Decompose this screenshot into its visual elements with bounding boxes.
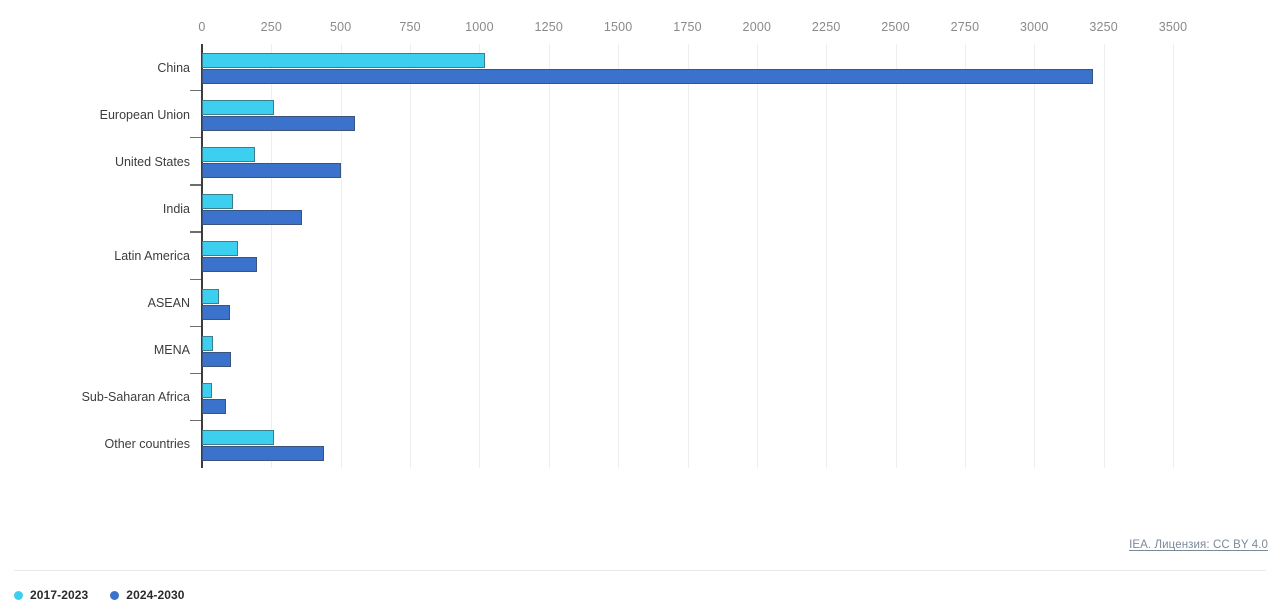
category-row: European Union [0,91,1280,139]
x-axis-tick-label: 750 [399,20,421,34]
x-axis-tick-label: 3000 [1019,20,1049,34]
x-axis-tick-label: 2250 [811,20,841,34]
category-row: ASEAN [0,280,1280,327]
bar-2017-2023-india[interactable] [202,194,233,210]
category-label: MENA [153,343,190,358]
category-row: India [0,185,1280,233]
bar-2017-2023-sub-saharan-africa[interactable] [202,382,212,398]
x-axis-tick-label: 3250 [1089,20,1118,34]
x-axis-tick-label: 2750 [950,20,980,34]
legend-item-2017-2023[interactable]: 2017-2023 [14,588,88,602]
x-axis-tick-label: 0 [198,20,206,34]
legend-item-2024-2030[interactable]: 2024-2030 [110,588,184,602]
category-row: Sub-Saharan Africa [0,374,1280,422]
bar-2024-2030-india[interactable] [202,210,302,226]
x-axis-tick-label: 500 [329,20,352,34]
bar-2017-2023-mena[interactable] [202,335,214,351]
bar-2017-2023-other-countries[interactable] [202,429,275,445]
bar-2024-2030-european-union[interactable] [202,116,355,132]
bar-2017-2023-united-states[interactable] [202,147,255,163]
x-axis-tick-label: 1250 [534,20,564,34]
category-row: China [0,44,1280,92]
category-row: Latin America [0,232,1280,280]
legend-swatch-icon [14,590,23,600]
x-axis-tick-label: 250 [260,20,283,34]
x-axis-tick-label: 2500 [881,20,910,34]
category-label: Latin America [114,248,190,263]
legend-label: 2024-2030 [126,588,185,602]
footer-divider [14,570,1266,571]
x-axis-tick-label: 3500 [1158,20,1188,34]
license-link[interactable]: IEA. Лицензия: CC BY 4.0 [1129,539,1268,551]
category-row: Other countries [0,421,1280,468]
bar-2017-2023-european-union[interactable] [202,100,275,116]
bar-2017-2023-latin-america[interactable] [202,241,239,257]
x-axis-tick-label: 1750 [673,20,702,34]
bar-2024-2030-latin-america[interactable] [202,257,258,273]
category-row: MENA [0,327,1280,374]
bar-chart: 0 250 500 750 1000 1250 1500 1750 2000 2250 2500 27… [0,0,1280,614]
category-label: Sub-Saharan Africa [81,390,190,405]
bar-2024-2030-asean[interactable] [202,304,230,320]
bar-2017-2023-china[interactable] [202,53,485,68]
category-label: European Union [99,107,190,122]
bar-2024-2030-other-countries[interactable] [202,445,325,461]
category-row: United States [0,138,1280,186]
bar-2024-2030-mena[interactable] [202,351,232,367]
legend-label: 2017-2023 [30,588,89,602]
bar-2024-2030-united-states[interactable] [202,163,341,179]
bar-2017-2023-asean[interactable] [202,288,219,304]
category-label: India [162,201,190,216]
chart-legend: 2017-2023 2024-2030 [14,588,185,602]
category-label: China [157,60,190,75]
x-axis-tick-label: 1000 [465,20,494,34]
category-label: Other countries [104,437,190,452]
bar-2024-2030-sub-saharan-africa[interactable] [202,398,226,414]
bar-2024-2030-china[interactable] [202,69,1093,84]
legend-swatch-icon [110,590,120,600]
x-axis-tick-label: 1500 [603,20,633,34]
x-axis-tick-label: 2000 [742,20,772,34]
category-label: United States [114,154,190,169]
category-label: ASEAN [147,296,190,311]
